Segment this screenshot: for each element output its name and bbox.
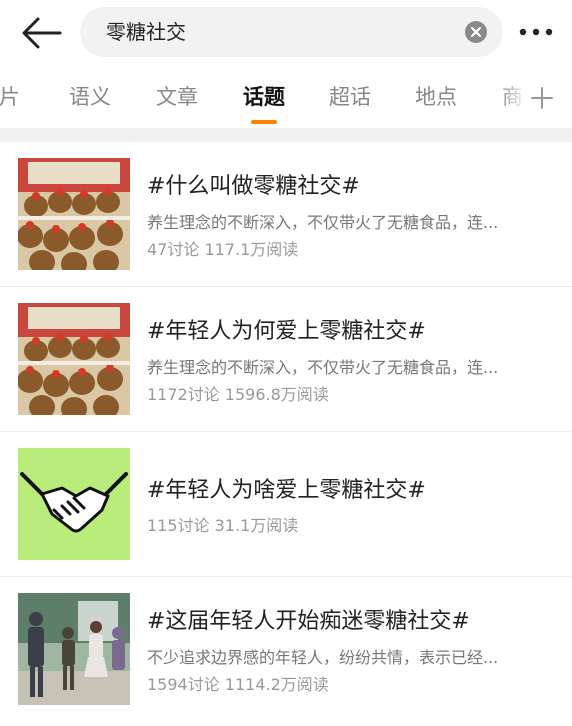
topic-stats: 1172讨论 1596.8万阅读	[147, 385, 329, 404]
topic-description: 养生理念的不断深入，不仅带火了无糖食品，连...	[147, 213, 499, 232]
section-divider	[0, 128, 572, 142]
tab-places[interactable]: 地点	[415, 72, 457, 122]
tab-semantic[interactable]: 语义	[69, 72, 111, 122]
topic-row[interactable]: #什么叫做零糖社交# 养生理念的不断深入，不仅带火了无糖食品，连... 47讨论…	[0, 142, 572, 287]
search-input[interactable]: 零糖社交	[106, 7, 186, 57]
topic-thumbnail	[18, 158, 130, 270]
back-arrow-icon[interactable]	[20, 14, 64, 52]
topic-stats: 1594讨论 1114.2万阅读	[147, 675, 329, 694]
plush-toys-icon	[18, 303, 130, 415]
topic-title: #年轻人为啥爱上零糖社交#	[147, 478, 426, 503]
tab-articles[interactable]: 文章	[156, 72, 198, 122]
add-tab-icon[interactable]	[528, 84, 556, 112]
tab-bar: 图片 语义 文章 话题 超话 地点 商	[0, 72, 572, 128]
active-tab-indicator	[251, 120, 277, 124]
topic-description: 养生理念的不断深入，不仅带火了无糖食品，连...	[147, 358, 499, 377]
topic-title: #年轻人为何爱上零糖社交#	[147, 319, 426, 344]
topic-row[interactable]: #年轻人为啥爱上零糖社交# 115讨论 31.1万阅读	[0, 432, 572, 577]
plush-toys-icon	[18, 158, 130, 270]
topic-row[interactable]: #年轻人为何爱上零糖社交# 养生理念的不断深入，不仅带火了无糖食品，连... 1…	[0, 287, 572, 432]
topic-title: #这届年轻人开始痴迷零糖社交#	[147, 609, 470, 634]
top-bar: 零糖社交	[0, 0, 572, 64]
topic-list: #什么叫做零糖社交# 养生理念的不断深入，不仅带火了无糖食品，连... 47讨论…	[0, 142, 572, 721]
tab-topics[interactable]: 话题	[243, 72, 285, 122]
topic-title: #什么叫做零糖社交#	[147, 174, 360, 199]
topic-thumbnail	[18, 448, 130, 560]
tab-pictures[interactable]: 图片	[0, 72, 20, 122]
people-photo-icon	[18, 593, 130, 705]
topic-row[interactable]: #这届年轻人开始痴迷零糖社交# 不少追求边界感的年轻人，纷纷共情，表示已经...…	[0, 577, 572, 721]
topic-stats: 47讨论 117.1万阅读	[147, 240, 299, 259]
topic-description: 不少追求边界感的年轻人，纷纷共情，表示已经...	[147, 648, 499, 667]
topic-stats: 115讨论 31.1万阅读	[147, 516, 299, 535]
topic-thumbnail	[18, 303, 130, 415]
topic-thumbnail	[18, 593, 130, 705]
search-bar[interactable]: 零糖社交	[80, 7, 503, 57]
tab-super-topics[interactable]: 超话	[329, 72, 371, 122]
handshake-icon	[18, 448, 130, 560]
clear-search-icon[interactable]	[465, 21, 487, 43]
more-options-icon[interactable]	[518, 22, 554, 42]
tab-fade	[500, 72, 528, 122]
